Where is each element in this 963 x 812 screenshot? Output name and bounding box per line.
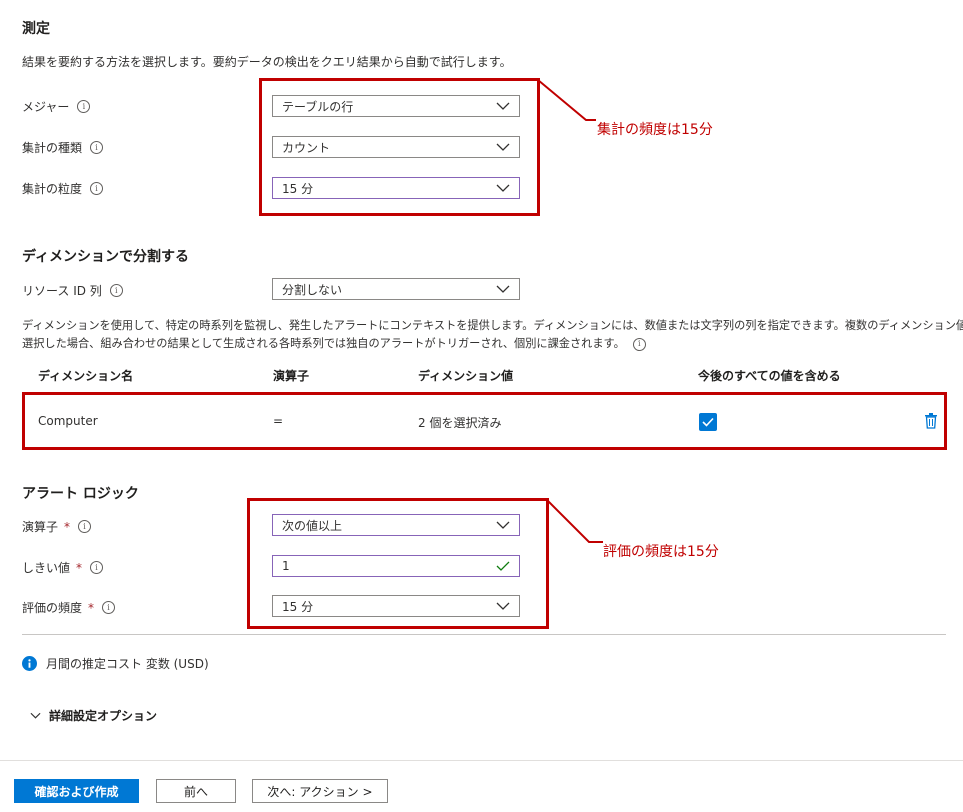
required-mark: * — [88, 600, 95, 615]
info-icon[interactable]: i — [632, 337, 646, 351]
measurement-title: 測定 — [22, 21, 50, 37]
column-header-dimension-values: ディメンション値 — [418, 369, 514, 383]
measure-label: メジャー i — [22, 98, 91, 115]
annotation-box-alert-logic — [247, 498, 549, 629]
column-header-include-future: 今後のすべての値を含める — [698, 369, 841, 383]
info-icon[interactable]: i — [90, 141, 104, 154]
operator-label: 演算子 * i — [22, 518, 92, 535]
info-icon[interactable]: i — [78, 520, 92, 533]
info-icon[interactable]: i — [102, 601, 116, 614]
required-mark: * — [64, 519, 71, 534]
advanced-options-label: 詳細設定オプション — [49, 709, 158, 723]
section-divider — [22, 634, 946, 635]
threshold-label: しきい値 * i — [22, 559, 104, 576]
annotation-callout-line — [538, 79, 596, 121]
estimated-cost-row: 月間の推定コスト 変数 (USD) — [22, 655, 209, 672]
measurement-description: 結果を要約する方法を選択します。要約データの検出をクエリ結果から自動で試行します… — [22, 55, 512, 69]
info-icon[interactable]: i — [109, 284, 123, 297]
info-icon[interactable]: i — [77, 100, 91, 113]
resource-id-column-label-text: リソース ID 列 — [22, 284, 102, 298]
resource-id-column-dropdown[interactable]: 分割しない — [272, 278, 520, 300]
dimensions-description-line2: 選択した場合、組み合わせの結果として生成される各時系列では独自のアラートがトリガ… — [22, 337, 625, 350]
next-actions-button[interactable]: 次へ: アクション > — [252, 779, 388, 803]
previous-button[interactable]: 前へ — [156, 779, 236, 803]
footer-divider — [0, 760, 963, 761]
advanced-options-toggle[interactable]: 詳細設定オプション — [30, 707, 157, 724]
annotation-box-measurement — [259, 78, 540, 216]
frequency-label: 評価の頻度 * i — [22, 599, 116, 616]
measure-label-text: メジャー — [22, 100, 70, 114]
aggregation-type-label-text: 集計の種類 — [22, 141, 83, 155]
resource-id-column-label: リソース ID 列 i — [22, 282, 123, 299]
aggregation-granularity-label-text: 集計の粒度 — [22, 182, 83, 196]
alert-logic-title: アラート ロジック — [22, 486, 139, 502]
column-header-dimension-name: ディメンション名 — [38, 369, 134, 383]
chevron-down-icon — [496, 285, 510, 293]
threshold-label-text: しきい値 — [22, 561, 71, 575]
dimensions-description-line2-row: 選択した場合、組み合わせの結果として生成される各時系列では独自のアラートがトリガ… — [22, 334, 646, 354]
split-by-dimensions-title: ディメンションで分割する — [22, 249, 190, 265]
aggregation-granularity-label: 集計の粒度 i — [22, 180, 104, 197]
frequency-label-text: 評価の頻度 — [22, 601, 83, 615]
info-icon[interactable]: i — [90, 561, 104, 574]
info-icon[interactable]: i — [90, 182, 104, 195]
required-mark: * — [76, 560, 83, 575]
dimensions-description-line1: ディメンションを使用して、特定の時系列を監視し、発生したアラートにコンテキストを… — [22, 319, 963, 332]
chevron-down-icon — [30, 712, 41, 719]
review-create-button[interactable]: 確認および作成 — [14, 779, 139, 803]
annotation-frequency-note: 評価の頻度は15分 — [603, 544, 719, 560]
annotation-box-dimension-row — [22, 392, 947, 450]
info-filled-icon — [22, 656, 37, 671]
column-header-operator: 演算子 — [273, 369, 310, 383]
operator-label-text: 演算子 — [22, 520, 59, 534]
aggregation-type-label: 集計の種類 i — [22, 139, 104, 156]
annotation-granularity-note: 集計の頻度は15分 — [597, 122, 713, 138]
resource-id-column-value: 分割しない — [282, 282, 343, 297]
annotation-callout-line — [547, 499, 603, 543]
estimated-cost-text: 月間の推定コスト 変数 (USD) — [46, 657, 209, 671]
